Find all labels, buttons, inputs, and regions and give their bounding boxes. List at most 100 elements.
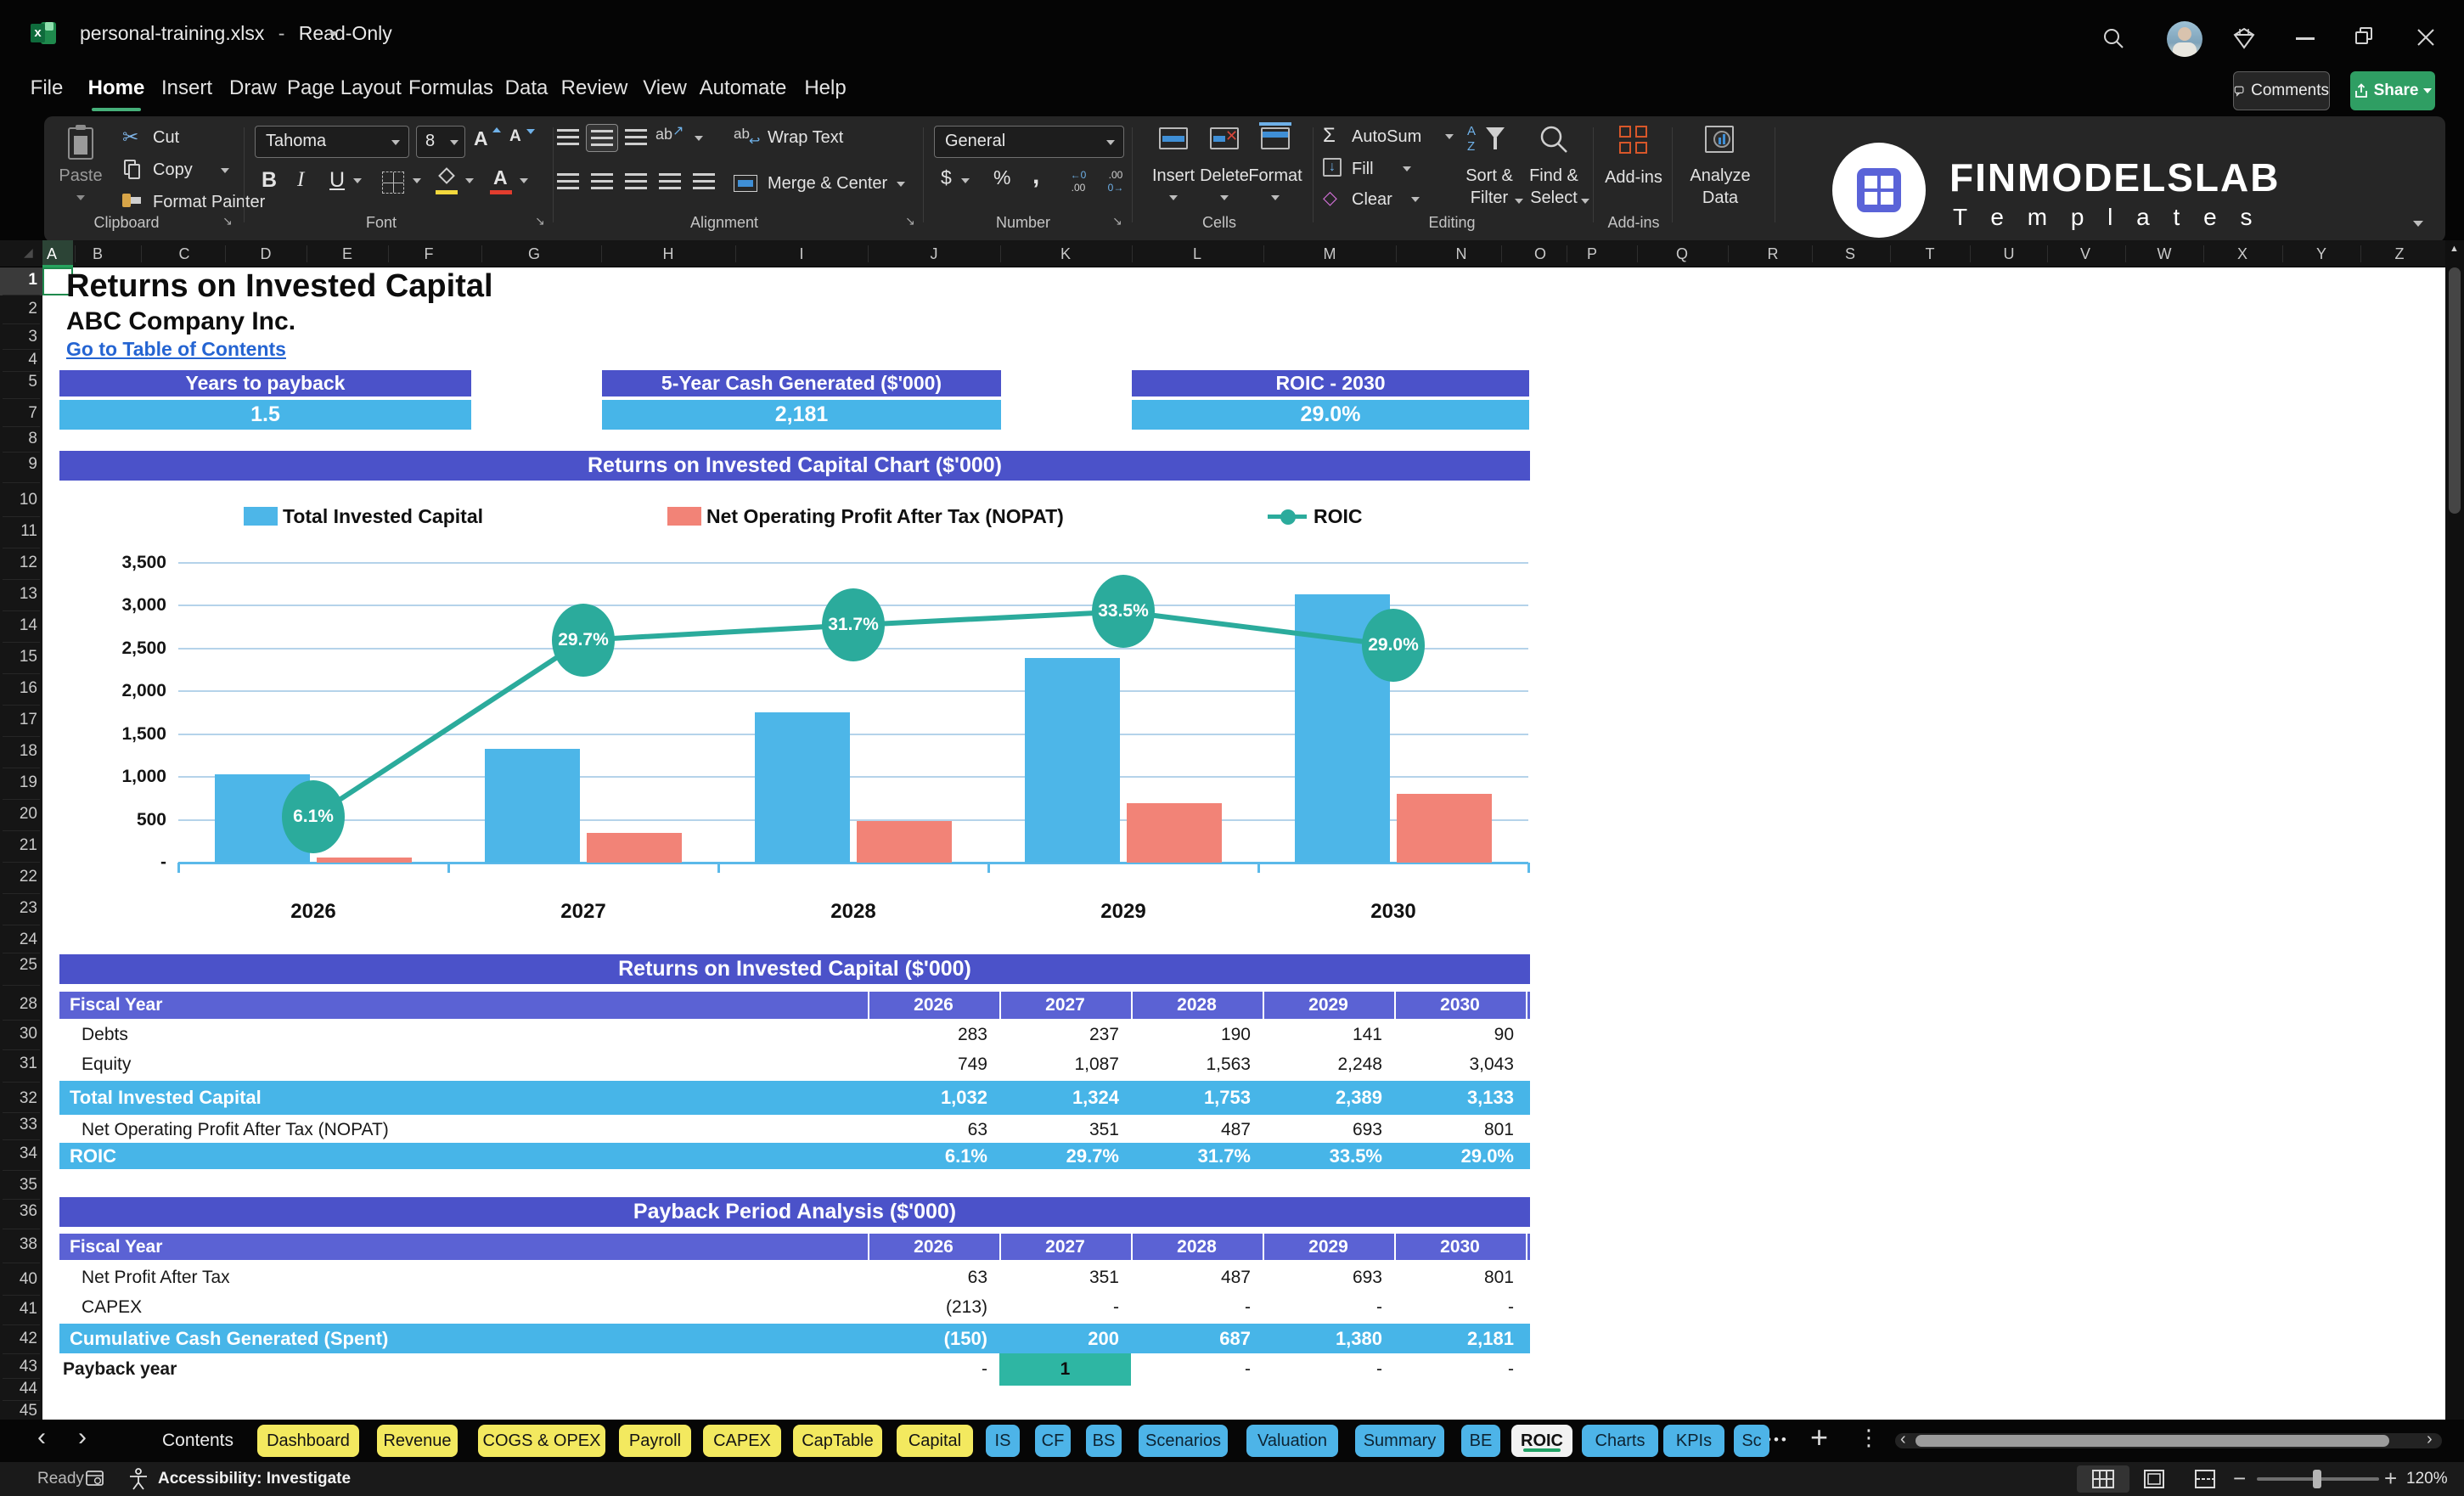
table-cell-value[interactable]: - <box>1399 1356 1514 1383</box>
minimize-button[interactable] <box>2296 37 2315 40</box>
table-cell-value[interactable]: (150) <box>873 1324 987 1353</box>
table-cell-value[interactable]: 351 <box>1004 1263 1119 1291</box>
column-header-U[interactable]: U <box>1990 240 2028 267</box>
sheet-tab-be[interactable]: BE <box>1461 1425 1500 1457</box>
row-header-3[interactable]: 3 <box>0 325 37 349</box>
column-header-D[interactable]: D <box>247 240 284 267</box>
column-header-B[interactable]: B <box>79 240 116 267</box>
row-header-17[interactable]: 17 <box>0 708 37 732</box>
column-header-G[interactable]: G <box>515 240 553 267</box>
sheet-tab-payroll[interactable]: Payroll <box>619 1425 691 1457</box>
accessibility-status[interactable]: Accessibility: Investigate <box>158 1462 351 1496</box>
table-row-label[interactable]: Net Profit After Tax <box>82 1263 230 1291</box>
restore-button[interactable] <box>2355 27 2374 46</box>
table-cell-value[interactable]: 33.5% <box>1268 1143 1382 1169</box>
fill-button[interactable]: ↓ Fill <box>1323 156 1425 183</box>
year-header-cell[interactable]: 2027 <box>999 992 1131 1019</box>
column-header-O[interactable]: O <box>1522 240 1559 267</box>
underline-chevron-icon[interactable] <box>353 178 362 183</box>
table-cell-value[interactable]: 1,753 <box>1136 1081 1251 1115</box>
premium-diamond-icon[interactable] <box>2231 25 2257 51</box>
bold-button[interactable]: B <box>262 168 277 193</box>
row-header-9[interactable]: 9 <box>0 453 37 476</box>
row-header-36[interactable]: 36 <box>0 1200 37 1223</box>
table-cell-value[interactable]: 801 <box>1399 1263 1514 1291</box>
row-header-13[interactable]: 13 <box>0 582 37 606</box>
vertical-scrollbar[interactable]: ▲ <box>2445 240 2464 1420</box>
grow-font-button[interactable]: A <box>474 127 501 158</box>
sheet-tab-dashboard[interactable]: Dashboard <box>257 1425 359 1457</box>
row-header-12[interactable]: 12 <box>0 551 37 575</box>
table-cell-value[interactable]: 141 <box>1268 1021 1382 1049</box>
comments-button[interactable]: Comments <box>2233 71 2330 110</box>
row-header-32[interactable]: 32 <box>0 1087 37 1111</box>
page-break-view-icon[interactable] <box>2194 1469 2216 1489</box>
column-header-N[interactable]: N <box>1443 240 1480 267</box>
column-header-W[interactable]: W <box>2146 240 2183 267</box>
table-cell-value[interactable]: 6.1% <box>873 1143 987 1169</box>
table-cell-value[interactable]: (213) <box>873 1293 987 1321</box>
row-header-8[interactable]: 8 <box>0 427 37 451</box>
sheet-tab-contents[interactable]: Contents <box>157 1425 239 1457</box>
table-cell-value[interactable]: 200 <box>1004 1324 1119 1353</box>
sheet-tab-sc[interactable]: Sc <box>1734 1425 1769 1457</box>
ribbon-collapse-chevron-icon[interactable] <box>2413 221 2423 227</box>
year-header-cell[interactable]: 2030 <box>1394 1234 1526 1260</box>
sheet-tab-bs[interactable]: BS <box>1086 1425 1122 1457</box>
table-row-label[interactable]: Debts <box>82 1021 128 1049</box>
column-header-V[interactable]: V <box>2067 240 2104 267</box>
comma-button[interactable]: , <box>1032 161 1039 190</box>
row-header-23[interactable]: 23 <box>0 897 37 920</box>
close-button[interactable] <box>2415 26 2437 48</box>
align-top-button[interactable] <box>557 129 579 145</box>
sheet-tab-roic[interactable]: ROIC <box>1511 1425 1572 1457</box>
column-header-R[interactable]: R <box>1754 240 1792 267</box>
currency-chevron-icon[interactable] <box>961 178 970 183</box>
align-middle-button[interactable] <box>586 124 618 152</box>
row-header-22[interactable]: 22 <box>0 865 37 889</box>
tab-nav-right-icon[interactable]: › <box>78 1423 87 1452</box>
copy-button[interactable]: Copy <box>121 158 239 183</box>
year-header-cell[interactable]: 2026 <box>868 1234 999 1260</box>
table-cell-value[interactable]: 283 <box>873 1021 987 1049</box>
fill-color-button[interactable] <box>435 167 460 199</box>
normal-view-icon[interactable] <box>2092 1470 2114 1488</box>
scroll-up-icon[interactable]: ▲ <box>2450 244 2459 254</box>
table-cell-value[interactable]: 1,087 <box>1004 1050 1119 1079</box>
orientation-button[interactable]: ab ↗ <box>655 124 689 153</box>
table-row-label[interactable]: Payback year <box>63 1356 177 1383</box>
zoom-in-button[interactable]: + <box>2384 1462 2397 1496</box>
doc-title-chevron-icon[interactable] <box>329 31 338 37</box>
table-cell-value[interactable]: 3,043 <box>1399 1050 1514 1079</box>
table-cell-value[interactable]: 351 <box>1004 1117 1119 1143</box>
row-header-34[interactable]: 34 <box>0 1142 37 1166</box>
share-button[interactable]: Share <box>2350 71 2435 110</box>
tab-overflow-menu[interactable]: ⋮ <box>1858 1425 1880 1451</box>
row-header-16[interactable]: 16 <box>0 677 37 700</box>
row-header-38[interactable]: 38 <box>0 1233 37 1257</box>
find-select-button[interactable]: Find & Select <box>1513 124 1595 216</box>
row-header-42[interactable]: 42 <box>0 1327 37 1351</box>
merge-center-button[interactable]: Merge & Center <box>734 172 912 199</box>
table-cell-value[interactable]: 1,563 <box>1136 1050 1251 1079</box>
search-icon[interactable] <box>2101 25 2126 51</box>
column-header-M[interactable]: M <box>1311 240 1348 267</box>
table-cell-value[interactable]: 693 <box>1268 1117 1382 1143</box>
font-family-select[interactable]: Tahoma <box>255 126 409 158</box>
sheet-tab-captable[interactable]: CapTable <box>793 1425 882 1457</box>
borders-button[interactable] <box>382 172 404 194</box>
analyze-data-button[interactable]: Analyze Data <box>1679 124 1761 216</box>
row-header-41[interactable]: 41 <box>0 1297 37 1321</box>
column-header-L[interactable]: L <box>1179 240 1216 267</box>
shrink-font-button[interactable]: A <box>509 127 537 158</box>
table-cell-value[interactable]: - <box>1004 1293 1119 1321</box>
column-header-H[interactable]: H <box>650 240 687 267</box>
sheet-tab-kpis[interactable]: KPIs <box>1663 1425 1724 1457</box>
tab-nav-left-icon[interactable]: ‹ <box>37 1423 46 1452</box>
row-header-35[interactable]: 35 <box>0 1173 37 1197</box>
format-cells-button[interactable]: Format <box>1246 122 1304 209</box>
row-header-45[interactable]: 45 <box>0 1399 37 1423</box>
table-cell-value[interactable]: 749 <box>873 1050 987 1079</box>
column-header-F[interactable]: F <box>410 240 447 267</box>
column-header-A[interactable]: A <box>33 240 70 267</box>
